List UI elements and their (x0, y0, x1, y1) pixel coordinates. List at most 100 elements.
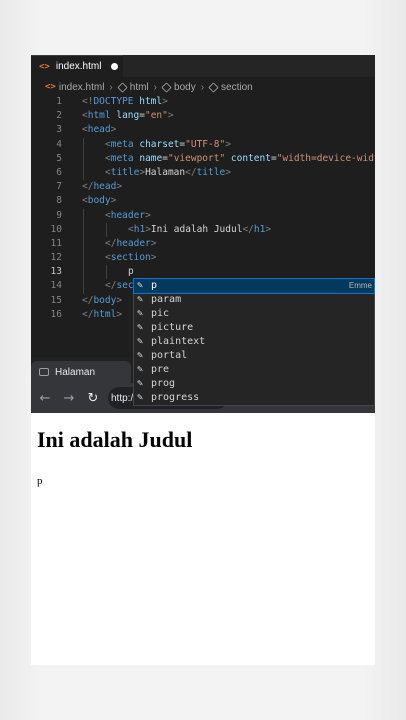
suggestion-item[interactable]: ✎ picture (134, 321, 374, 335)
code-token: title (196, 166, 226, 178)
code-line[interactable]: 10 <h1>Ini adalah Judul</h1> (31, 222, 375, 237)
code-token: > (116, 181, 123, 193)
breadcrumb-item-section[interactable]: section (221, 82, 253, 93)
code-text: <head> (82, 123, 116, 137)
code-line[interactable]: 5 <meta name="viewport" content="width=de… (31, 151, 375, 166)
suggestion-item[interactable]: ✎ prog (134, 377, 374, 391)
indent-guide (83, 236, 84, 252)
code-line[interactable]: 6 <title>Halaman</title> (31, 165, 375, 181)
code-line[interactable]: 12 <section> (31, 251, 375, 266)
code-text: <header> (105, 209, 151, 223)
suggestion-item[interactable]: ✎ portal (134, 349, 374, 363)
unsaved-dot-icon[interactable] (111, 63, 119, 70)
suggestion-label: progress (151, 392, 200, 403)
code-line[interactable]: 1 <!DOCTYPE html> (31, 95, 375, 109)
breadcrumb-item-body[interactable]: body (174, 82, 196, 93)
code-token: > (225, 138, 231, 150)
suggestion-item[interactable]: ✎ p Emme (133, 278, 375, 294)
line-number: 4 (56, 138, 62, 150)
suggestion-label: pre (151, 364, 170, 375)
breadcrumb-item-file[interactable]: index.html (59, 82, 105, 93)
suggestion-item[interactable]: ✎ param (134, 293, 374, 307)
suggestion-item[interactable]: ✎ pre (134, 363, 374, 377)
symbol-element-icon (117, 81, 128, 93)
code-token: > (116, 294, 123, 306)
code-token: html (93, 308, 117, 320)
code-token: Halaman (145, 166, 186, 178)
editor-tab-bar: <> index.html (31, 55, 375, 77)
code-token: > (145, 209, 151, 221)
code-line[interactable]: 2 <html lang="en"> (31, 109, 375, 123)
back-arrow-icon[interactable]: ← (36, 391, 54, 406)
indent-guide (83, 137, 84, 152)
code-token: </ (242, 223, 254, 235)
wrench-icon: ✎ (137, 392, 144, 403)
code-text: <meta name="viewport" content="width=dev… (105, 152, 375, 166)
indent-guide (83, 265, 84, 280)
suggestion-label: p (151, 280, 158, 291)
code-token: > (225, 166, 231, 178)
code-token: > (162, 96, 168, 107)
suggestion-item[interactable]: ✎ progress (134, 391, 374, 405)
suggestion-label: picture (151, 322, 194, 333)
line-number: 10 (50, 223, 62, 235)
wrench-icon: ✎ (137, 378, 144, 389)
symbol-element-icon (161, 81, 172, 93)
indent-guide (83, 222, 84, 237)
code-token: > (150, 252, 157, 264)
code-line[interactable]: 7 </head> (31, 180, 375, 194)
line-number: 14 (50, 280, 62, 292)
code-text: <html lang="en"> (82, 109, 174, 123)
code-token: section (110, 252, 151, 264)
reload-icon[interactable]: ↻ (84, 391, 102, 406)
line-number: 8 (56, 195, 62, 207)
code-token: > (116, 308, 123, 320)
suggestion-label: param (151, 294, 182, 305)
code-text: <h1>Ini adalah Judul</h1> (128, 223, 271, 237)
autocomplete-suggestions[interactable]: ✎ p Emme ✎ param ✎ pic ✎ picture ✎ plaintext ✎ porta… (133, 278, 375, 406)
html-file-icon: <> (39, 61, 50, 72)
code-token: lang (116, 110, 140, 122)
line-number: 5 (56, 152, 62, 164)
suggestion-label: plaintext (151, 336, 206, 347)
code-token: h1 (133, 223, 146, 235)
suggestion-item[interactable]: ✎ pic (134, 307, 374, 321)
code-line[interactable]: 9 <header> (31, 208, 375, 223)
code-text: <!DOCTYPE html> (82, 95, 168, 109)
code-token: p (128, 266, 134, 278)
code-line[interactable]: 11 </header> (31, 236, 375, 252)
code-token: meta (110, 152, 134, 164)
indent-guide (83, 279, 84, 294)
line-number: 16 (50, 308, 62, 320)
chevron-right-icon: › (153, 81, 158, 93)
code-token: </ (82, 308, 94, 320)
code-token: sec (116, 280, 134, 292)
breadcrumb-item-html[interactable]: html (130, 82, 149, 93)
line-number: 11 (50, 237, 62, 249)
wrench-icon: ✎ (137, 308, 144, 319)
chevron-right-icon: › (200, 81, 205, 93)
page-favicon-icon (39, 368, 49, 376)
indent-guide (106, 265, 107, 280)
code-token: html (87, 110, 111, 122)
indent-guide (83, 251, 84, 266)
code-token: "width=device-widt (276, 152, 375, 164)
code-line[interactable]: 4 <meta charset="UTF-8"> (31, 137, 375, 152)
code-token: head (93, 181, 117, 193)
editor-tab-index-html[interactable]: <> index.html (31, 55, 123, 77)
indent-guide (106, 222, 107, 237)
forward-arrow-icon[interactable]: → (60, 391, 78, 406)
suggestion-label: pic (151, 308, 170, 319)
code-text: <meta charset="UTF-8"> (105, 138, 231, 152)
suggestion-label: portal (151, 350, 188, 361)
code-text: </body> (82, 294, 122, 308)
wrench-icon: ✎ (137, 336, 144, 347)
code-text: </html> (82, 308, 122, 322)
code-line[interactable]: 3 <head> (31, 123, 375, 137)
code-token: </ (105, 280, 117, 292)
code-token: "UTF-8" (185, 138, 226, 150)
suggestion-item[interactable]: ✎ plaintext (134, 335, 374, 349)
symbol-element-icon (208, 81, 219, 93)
code-line[interactable]: 8 <body> (31, 194, 375, 208)
browser-tab[interactable]: Halaman (31, 361, 131, 383)
